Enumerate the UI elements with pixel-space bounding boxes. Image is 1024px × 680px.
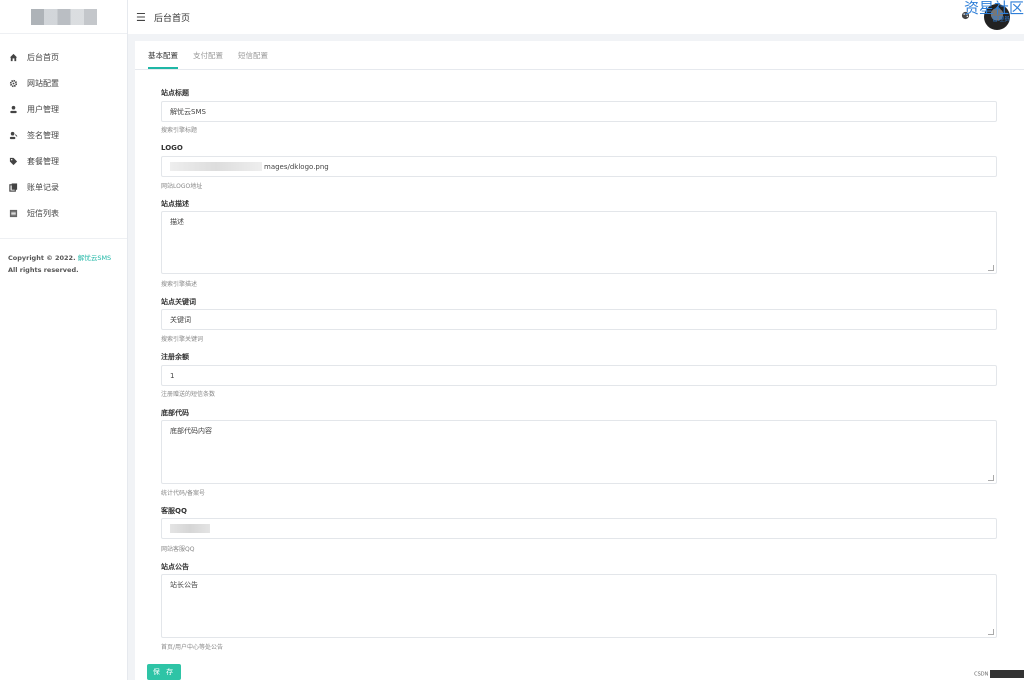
sidebar-item-label: 后台首页: [27, 52, 59, 62]
sidebar-item-bills[interactable]: 账单记录: [0, 174, 127, 200]
tab-sms-config[interactable]: 短信配置: [238, 50, 268, 69]
footer-code-help: 统计代码/备案号: [161, 490, 206, 497]
site-title-value: 解忧云SMS: [170, 107, 206, 116]
corner-watermark-block: [990, 670, 1024, 678]
site-title-help: 搜索引擎标题: [161, 127, 198, 134]
logo[interactable]: [0, 0, 127, 34]
menu-toggle-icon[interactable]: ☰: [136, 11, 148, 24]
sidebar-item-label: 短信列表: [27, 208, 59, 218]
tag-icon: [8, 156, 18, 166]
header-right: 资星社区 管理员: [961, 0, 1024, 34]
qq-help: 网站客服QQ: [161, 546, 195, 553]
description-label: 站点描述: [161, 200, 189, 208]
notice-help: 首页/用户中心等处公告: [161, 644, 224, 651]
sidebar-item-site-config[interactable]: 网站配置: [0, 70, 127, 96]
qq-label: 客服QQ: [161, 507, 187, 515]
sidebar-item-label: 账单记录: [27, 182, 59, 192]
site-title-label: 站点标题: [161, 89, 189, 97]
logo-help: 网站LOGO地址: [161, 183, 203, 190]
logo-label: LOGO: [161, 144, 183, 152]
signature-user-icon: [8, 130, 18, 140]
sidebar-item-users[interactable]: 用户管理: [0, 96, 127, 122]
sidebar-item-sms-list[interactable]: 短信列表: [0, 200, 127, 226]
register-balance-input[interactable]: 1: [161, 365, 997, 386]
description-help: 搜索引擎描述: [161, 281, 198, 288]
copyright-brand[interactable]: 解忧云SMS: [78, 254, 111, 262]
copyright: Copyright © 2022. 解忧云SMS All rights rese…: [0, 238, 127, 276]
footer-code-value: 底部代码内容: [170, 427, 212, 435]
home-icon: [8, 52, 18, 62]
tab-basic-config[interactable]: 基本配置: [148, 50, 178, 69]
notice-textarea[interactable]: 站长公告: [161, 574, 997, 638]
watermark-sub: 管理员: [991, 16, 1010, 23]
bill-icon: [8, 182, 18, 192]
tab-payment-config[interactable]: 支付配置: [193, 50, 223, 69]
keywords-label: 站点关键词: [161, 298, 196, 306]
sidebar: 后台首页 网站配置 用户管理 签名管理 套餐管理 账单记录 短信列表 Copyr…: [0, 0, 128, 680]
copyright-prefix: Copyright © 2022.: [8, 254, 76, 262]
register-balance-help: 注册赠送的短信条数: [161, 391, 216, 398]
notice-value: 站长公告: [170, 581, 198, 589]
keywords-help: 搜索引擎关键词: [161, 336, 204, 343]
sidebar-item-home[interactable]: 后台首页: [0, 44, 127, 70]
top-header: ☰ 后台首页 资星社区 管理员: [128, 0, 1024, 34]
notice-label: 站点公告: [161, 563, 189, 571]
page-title: 后台首页: [154, 13, 191, 24]
sidebar-item-label: 签名管理: [27, 130, 59, 140]
description-value: 描述: [170, 218, 184, 226]
logo-input[interactable]: mages/dklogo.png: [161, 156, 997, 177]
save-button[interactable]: 保 存: [147, 664, 181, 680]
register-balance-value: 1: [170, 371, 175, 380]
user-icon: [8, 104, 18, 114]
sidebar-nav: 后台首页 网站配置 用户管理 签名管理 套餐管理 账单记录 短信列表: [0, 34, 127, 226]
logo-value: mages/dklogo.png: [264, 162, 329, 171]
keywords-input[interactable]: 关键词: [161, 309, 997, 330]
gear-icon: [8, 78, 18, 88]
description-textarea[interactable]: 描述: [161, 211, 997, 274]
qq-input[interactable]: [161, 518, 997, 539]
register-balance-label: 注册余额: [161, 353, 189, 361]
corner-watermark-text: CSDN: [974, 671, 989, 678]
footer-code-textarea[interactable]: 底部代码内容: [161, 420, 997, 484]
sidebar-item-packages[interactable]: 套餐管理: [0, 148, 127, 174]
copyright-suffix: All rights reserved.: [8, 266, 79, 274]
footer-code-label: 底部代码: [161, 409, 189, 417]
keywords-value: 关键词: [170, 315, 191, 324]
sidebar-item-label: 套餐管理: [27, 156, 59, 166]
sidebar-item-label: 用户管理: [27, 104, 59, 114]
sidebar-item-signatures[interactable]: 签名管理: [0, 122, 127, 148]
logo-image: [30, 8, 97, 25]
site-title-input[interactable]: 解忧云SMS: [161, 101, 997, 122]
config-tabs: 基本配置 支付配置 短信配置: [135, 41, 1024, 70]
sidebar-item-label: 网站配置: [27, 78, 59, 88]
redacted-block: [170, 524, 210, 533]
redacted-block: [170, 162, 262, 171]
corner-watermark: CSDN: [966, 670, 1024, 680]
main-panel: 基本配置 支付配置 短信配置 站点标题 解忧云SMS 搜索引擎标题 LOGO m…: [135, 41, 1024, 680]
list-icon: [8, 208, 18, 218]
